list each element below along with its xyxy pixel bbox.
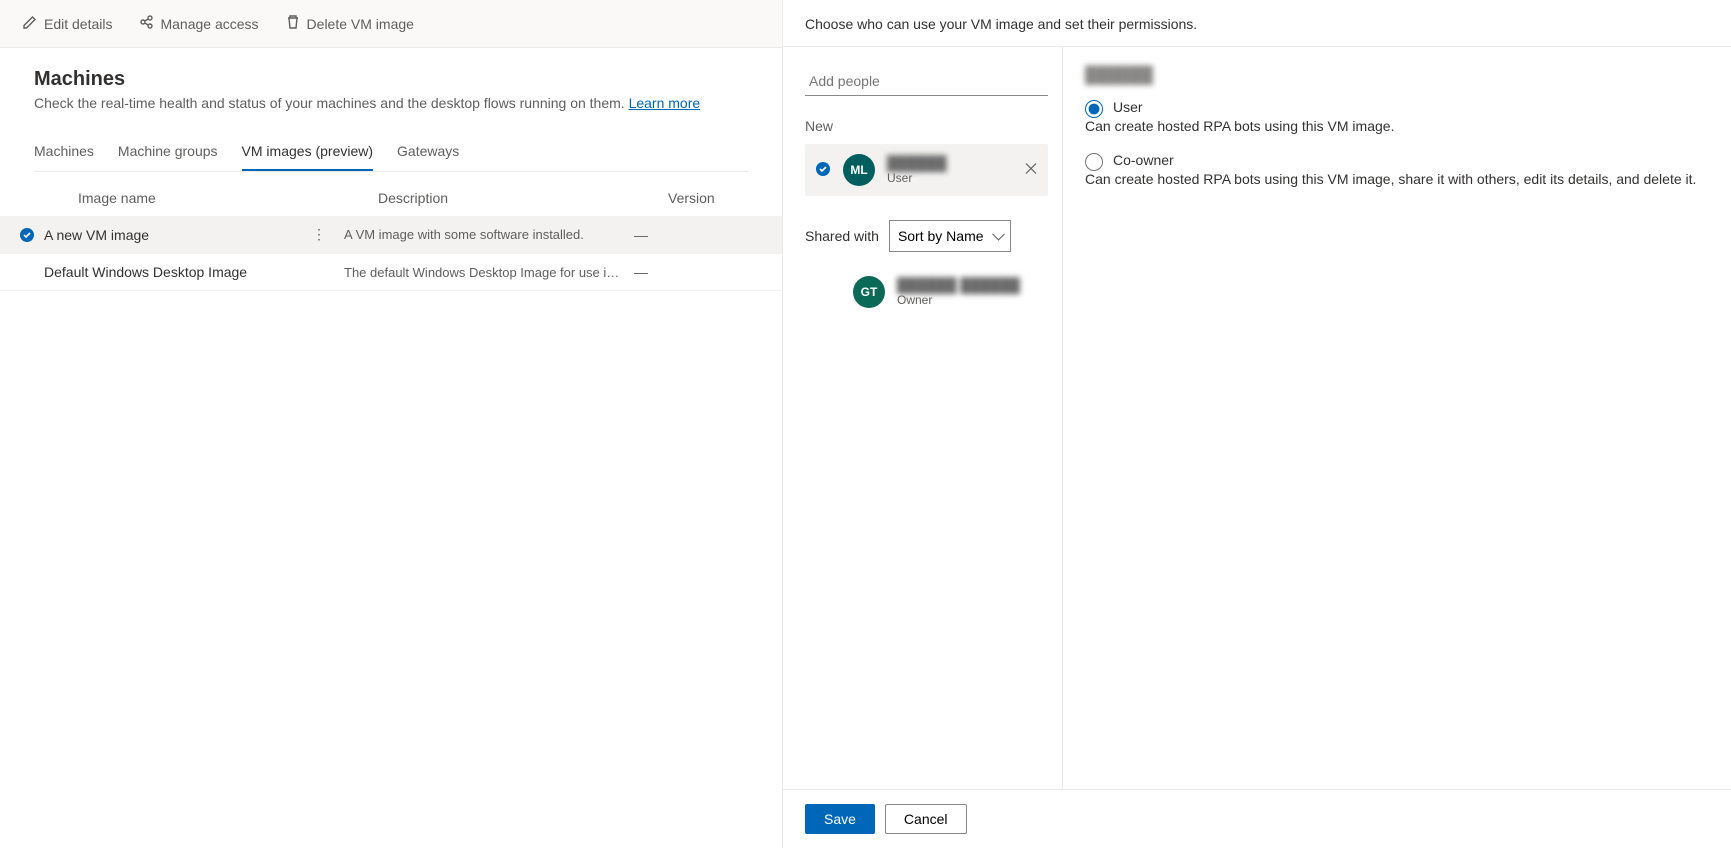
panel-people-column: New ML ██████ User Shared with	[783, 47, 1063, 789]
share-icon	[138, 14, 154, 33]
tab-gateways[interactable]: Gateways	[397, 135, 459, 171]
page-subtitle-text: Check the real-time health and status of…	[34, 95, 629, 111]
row-checkbox[interactable]	[10, 227, 44, 243]
command-bar: Edit details Manage access Delete VM ima…	[0, 0, 782, 48]
row-description: The default Windows Desktop Image for us…	[344, 265, 634, 280]
person-role: User	[887, 171, 947, 185]
manage-access-label: Manage access	[160, 16, 258, 32]
cancel-button[interactable]: Cancel	[885, 804, 967, 834]
manage-access-button[interactable]: Manage access	[134, 10, 262, 37]
row-version: —	[634, 264, 714, 280]
main-pane: Edit details Manage access Delete VM ima…	[0, 0, 783, 848]
permission-option-coowner[interactable]: Co-owner	[1085, 152, 1709, 171]
radio-coowner-description: Can create hosted RPA bots using this VM…	[1085, 171, 1709, 187]
checkmark-circle-icon	[19, 227, 35, 243]
delete-vm-image-button[interactable]: Delete VM image	[281, 10, 418, 37]
close-icon	[1024, 162, 1038, 176]
table-row[interactable]: Default Windows Desktop Image The defaul…	[0, 254, 782, 291]
tab-machine-groups[interactable]: Machine groups	[118, 135, 218, 171]
person-role: Owner	[897, 293, 1020, 307]
row-description: A VM image with some software installed.	[344, 227, 634, 242]
new-section-label: New	[805, 118, 1048, 134]
radio-coowner[interactable]	[1085, 153, 1103, 171]
radio-user-label: User	[1113, 99, 1143, 118]
shared-person-row[interactable]: GT ██████ ██████ Owner	[805, 268, 1048, 316]
tab-vm-images[interactable]: VM images (preview)	[242, 135, 373, 171]
page-subtitle: Check the real-time health and status of…	[34, 95, 748, 111]
pencil-icon	[22, 14, 38, 33]
save-button[interactable]: Save	[805, 804, 875, 834]
edit-details-button[interactable]: Edit details	[18, 10, 116, 37]
row-version: —	[634, 227, 714, 243]
new-person-row[interactable]: ML ██████ User	[805, 144, 1048, 196]
delete-vm-image-label: Delete VM image	[307, 16, 414, 32]
tab-machines[interactable]: Machines	[34, 135, 94, 171]
manage-access-panel: Choose who can use your VM image and set…	[783, 0, 1731, 848]
radio-coowner-label: Co-owner	[1113, 152, 1174, 171]
row-name: A new VM image	[44, 227, 149, 243]
panel-intro: Choose who can use your VM image and set…	[783, 0, 1731, 47]
panel-footer: Save Cancel	[783, 790, 1731, 848]
learn-more-link[interactable]: Learn more	[629, 95, 701, 111]
col-version[interactable]: Version	[668, 190, 748, 206]
tab-bar: Machines Machine groups VM images (previ…	[34, 135, 748, 172]
add-people-input[interactable]	[805, 67, 1048, 96]
trash-icon	[285, 14, 301, 33]
checkmark-circle-icon	[815, 161, 831, 180]
col-image-name[interactable]: Image name	[78, 190, 378, 206]
col-description[interactable]: Description	[378, 190, 668, 206]
edit-details-label: Edit details	[44, 16, 112, 32]
table-header: Image name Description Version	[34, 172, 748, 216]
person-name: ██████	[887, 155, 947, 171]
panel-permissions-column: ██████ User Can create hosted RPA bots u…	[1063, 47, 1731, 789]
radio-user[interactable]	[1085, 100, 1103, 118]
permission-option-user[interactable]: User	[1085, 99, 1709, 118]
row-more-icon[interactable]: ⋮	[302, 226, 336, 243]
permissions-header: ██████	[1085, 67, 1709, 85]
sort-by-select[interactable]: Sort by Name	[889, 220, 1011, 252]
row-name: Default Windows Desktop Image	[44, 264, 247, 280]
avatar: ML	[843, 154, 875, 186]
avatar: GT	[853, 276, 885, 308]
shared-with-label: Shared with	[805, 228, 879, 244]
page-title: Machines	[34, 68, 748, 91]
radio-user-description: Can create hosted RPA bots using this VM…	[1085, 118, 1709, 134]
table-row[interactable]: A new VM image ⋮ A VM image with some so…	[0, 216, 782, 254]
remove-person-button[interactable]	[1024, 162, 1038, 179]
person-name: ██████ ██████	[897, 277, 1020, 293]
